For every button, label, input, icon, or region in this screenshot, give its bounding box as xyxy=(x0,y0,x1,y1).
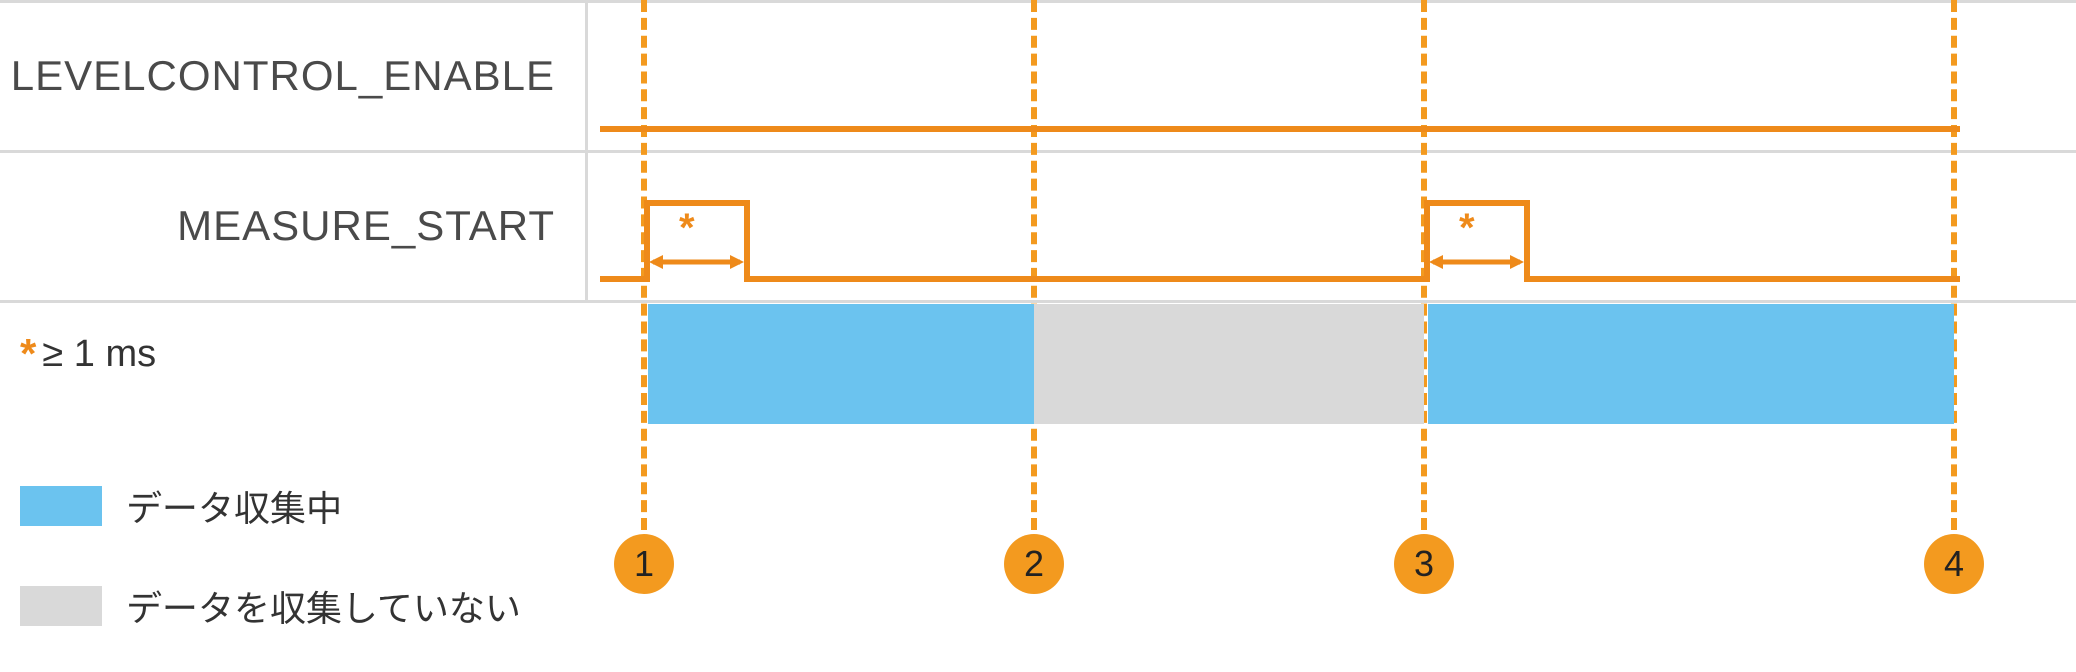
pulse-star-1: * xyxy=(679,206,695,251)
sig-ms-top1 xyxy=(644,200,750,206)
swatch-collecting xyxy=(20,486,102,526)
swatch-not-collecting xyxy=(20,586,102,626)
marker-circle-2: 2 xyxy=(1004,534,1064,594)
guide-line-2 xyxy=(1031,0,1037,530)
marker-label-1: 1 xyxy=(634,543,654,585)
pulse-width-note: * ≥ 1 ms xyxy=(20,330,156,378)
sig-lce-high xyxy=(644,126,1960,132)
row-label-measure-start: MEASURE_START xyxy=(0,202,585,250)
legend-not-collecting: データを収集していない xyxy=(20,580,521,632)
sig-ms-top2 xyxy=(1424,200,1530,206)
sig-lce-low xyxy=(600,126,644,132)
sig-ms-base3 xyxy=(1530,276,1960,282)
marker-label-2: 2 xyxy=(1024,543,1044,585)
legend-label-not-collecting: データを収集していない xyxy=(126,580,521,632)
legend-label-collecting: データ収集中 xyxy=(126,480,342,532)
sig-ms-base2 xyxy=(750,276,1424,282)
guide-line-4 xyxy=(1951,0,1957,530)
marker-circle-3: 3 xyxy=(1394,534,1454,594)
note-star-icon: * xyxy=(20,330,36,378)
sig-ms-fall1 xyxy=(744,200,750,282)
row-label-levelcontrol-enable: LEVELCONTROL_ENABLE xyxy=(0,52,585,100)
marker-label-4: 4 xyxy=(1944,543,1964,585)
pulse-arrow-1 xyxy=(649,250,744,274)
marker-label-3: 3 xyxy=(1414,543,1434,585)
marker-circle-1: 1 xyxy=(614,534,674,594)
sig-ms-fall2 xyxy=(1524,200,1530,282)
bar-collecting-2 xyxy=(1428,304,1954,424)
pulse-star-2: * xyxy=(1459,206,1475,251)
row-border-bottom xyxy=(0,300,2076,303)
bar-not-collecting xyxy=(1034,304,1424,424)
marker-circle-4: 4 xyxy=(1924,534,1984,594)
legend-collecting: データ収集中 xyxy=(20,480,342,532)
bar-collecting-1 xyxy=(648,304,1034,424)
sig-ms-base1 xyxy=(600,276,644,282)
note-text-value: ≥ 1 ms xyxy=(42,333,156,376)
pulse-arrow-2 xyxy=(1429,250,1524,274)
timing-diagram: LEVELCONTROL_ENABLE MEASURE_START * xyxy=(0,0,2076,672)
